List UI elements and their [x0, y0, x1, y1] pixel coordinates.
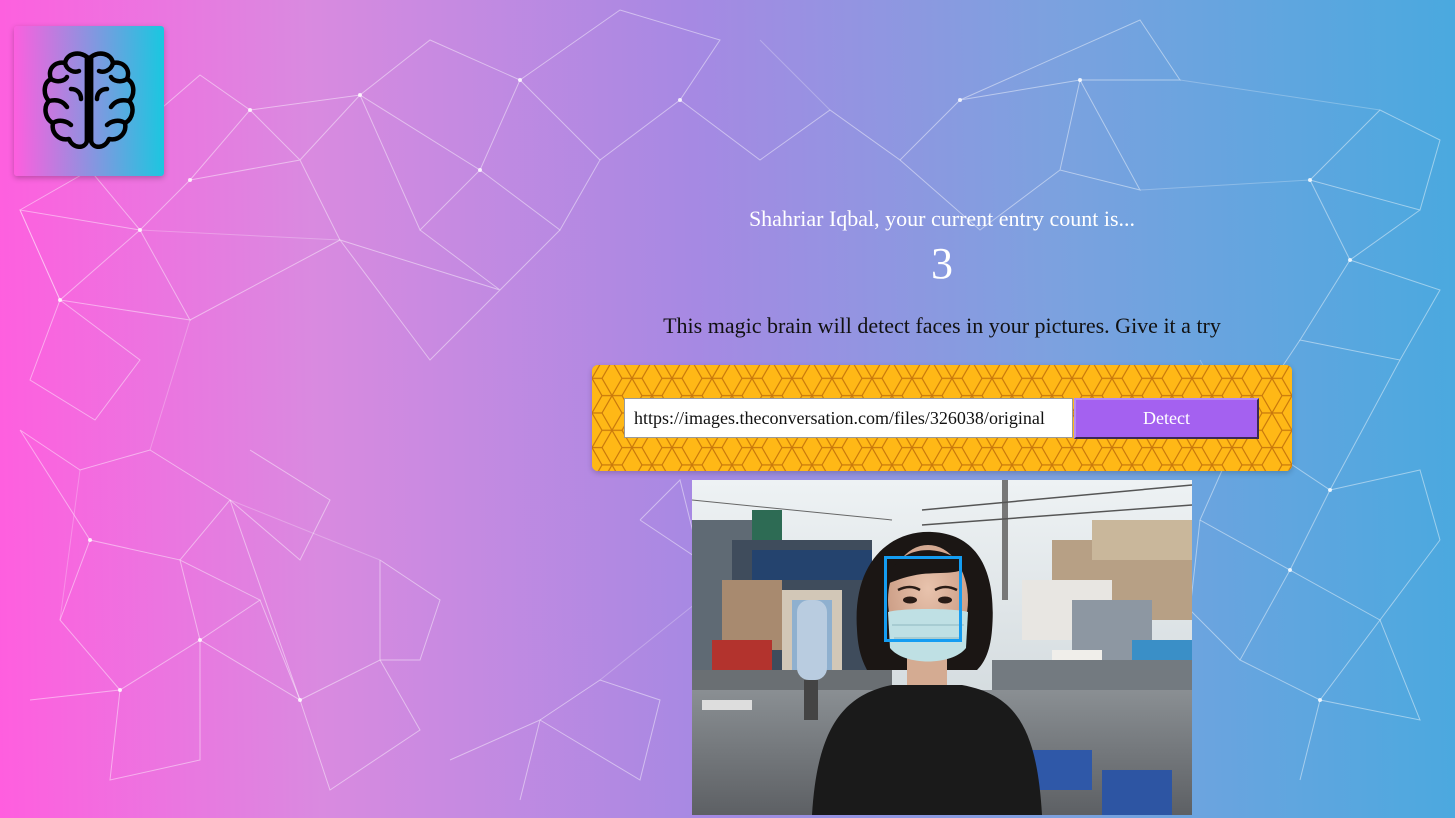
face-bounding-box — [884, 556, 962, 642]
logo-tile[interactable] — [14, 26, 164, 176]
brain-icon — [42, 51, 136, 149]
image-link-form: Detect — [592, 365, 1292, 471]
result-image — [692, 480, 1192, 815]
image-url-input[interactable] — [624, 398, 1073, 438]
tagline: This magic brain will detect faces in yo… — [663, 313, 1221, 338]
entry-count-label: Shahriar Iqbal, your current entry count… — [748, 206, 1136, 231]
photo-woman-with-mask — [692, 480, 1192, 815]
entry-count-value: 3 — [931, 239, 953, 288]
detect-button[interactable]: Detect — [1074, 398, 1259, 439]
